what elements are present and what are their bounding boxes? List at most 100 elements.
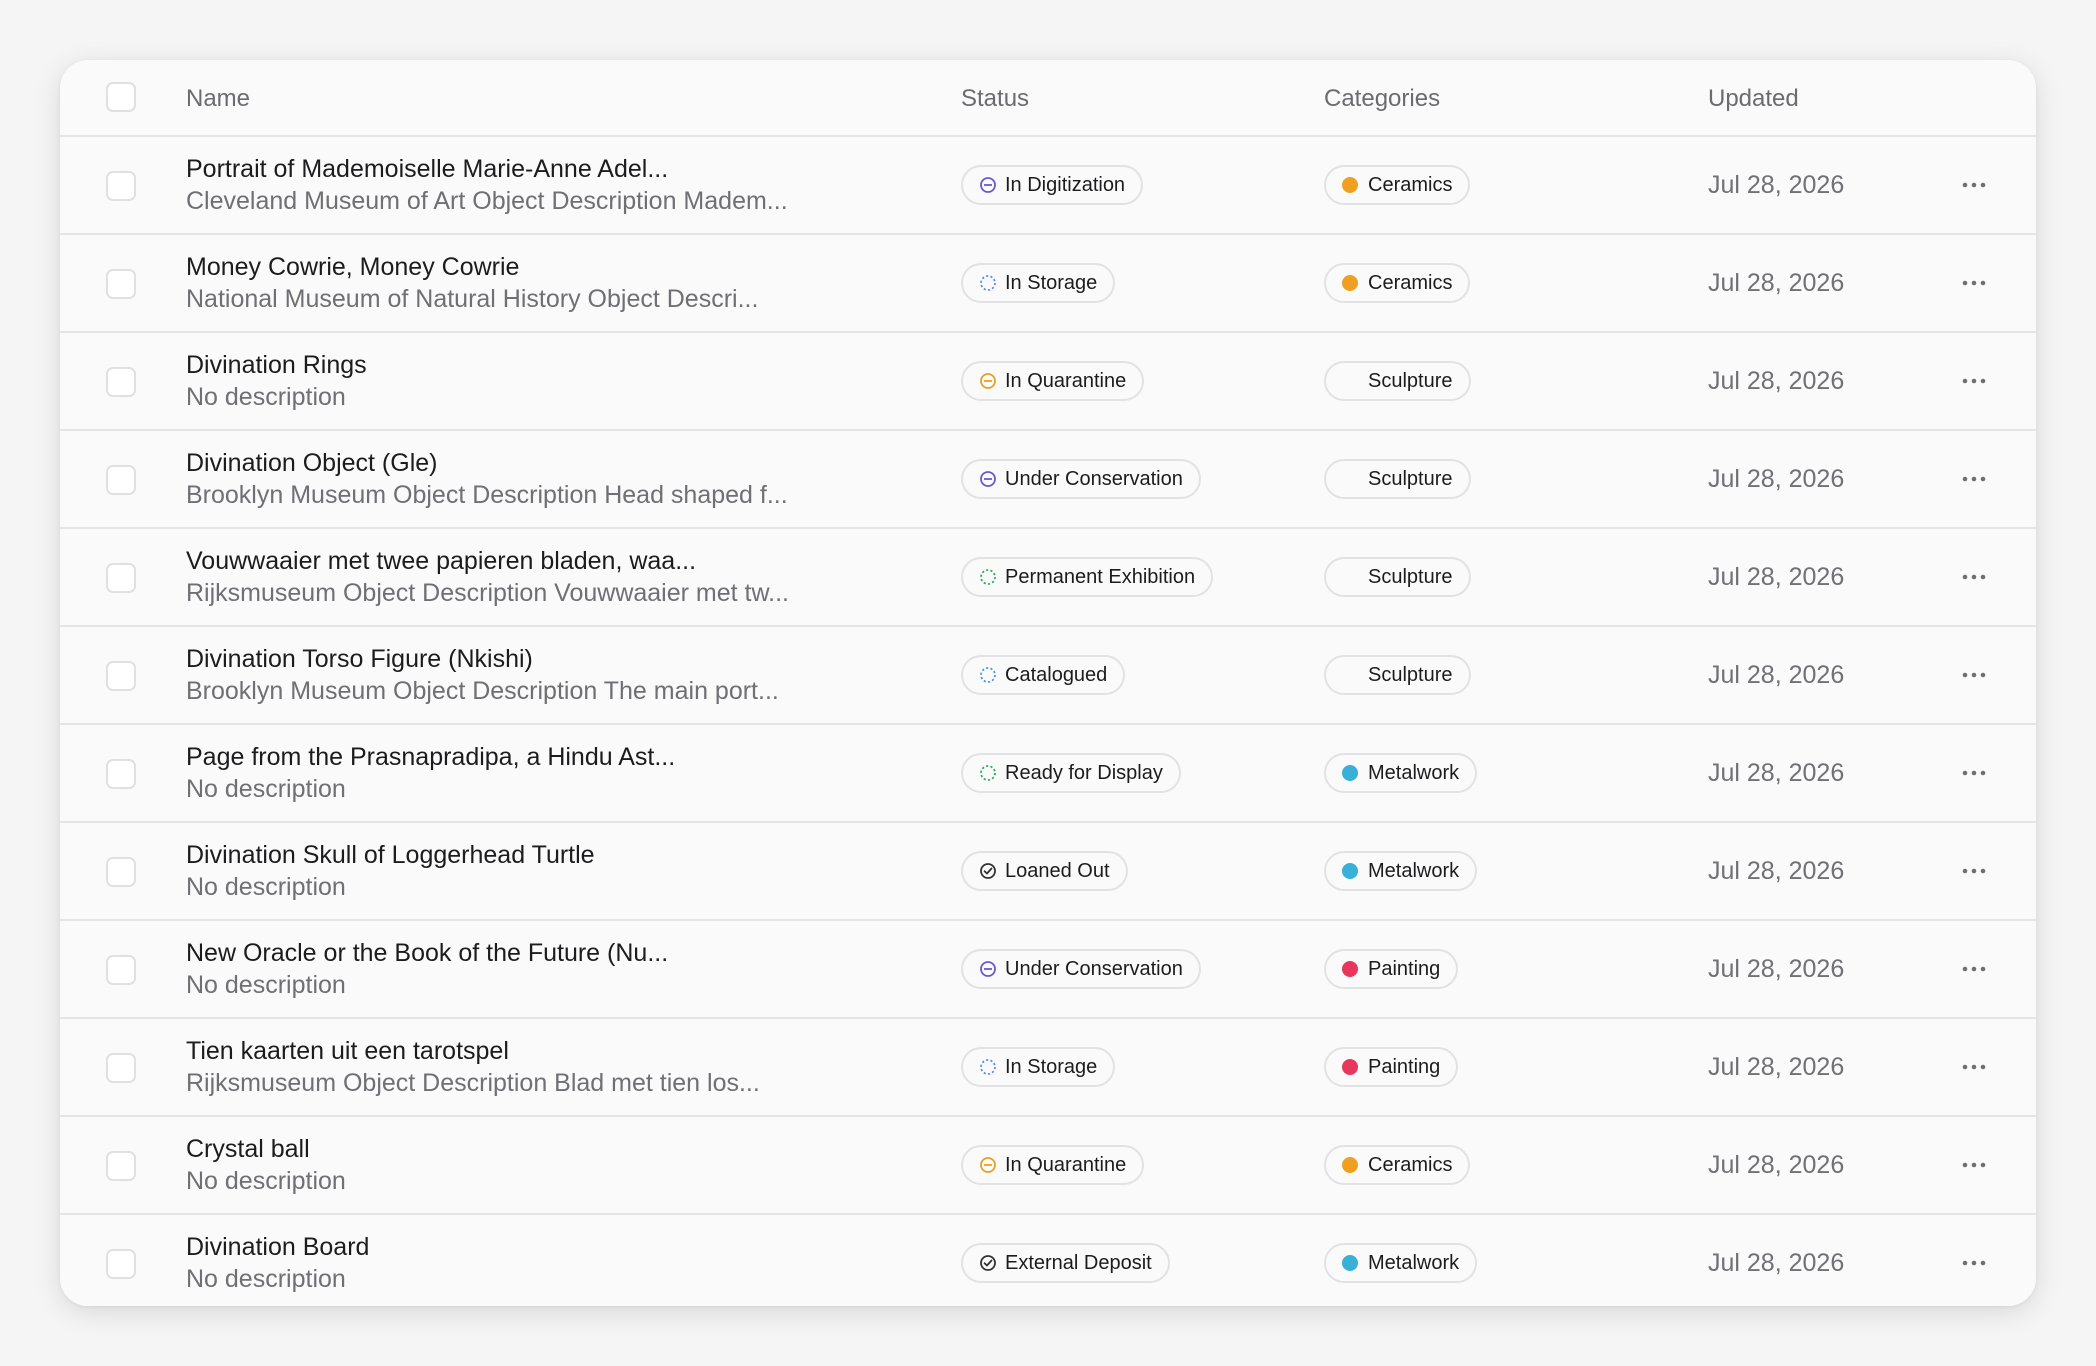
category-badge[interactable]: Sculpture — [1324, 459, 1471, 499]
row-checkbox[interactable] — [106, 1053, 136, 1083]
item-title[interactable]: Divination Object (Gle) — [186, 447, 437, 479]
category-label: Sculpture — [1368, 467, 1453, 490]
column-header-updated[interactable]: Updated — [1708, 84, 1799, 114]
category-badge[interactable]: Metalwork — [1324, 753, 1478, 793]
status-badge[interactable]: In Quarantine — [961, 1145, 1145, 1185]
more-options-icon[interactable] — [1960, 660, 1988, 690]
category-label: Metalwork — [1368, 761, 1460, 784]
status-badge[interactable]: Loaned Out — [961, 851, 1128, 891]
table-row[interactable]: Divination Rings No description In Quarant… — [60, 333, 2036, 431]
category-badge[interactable]: Sculpture — [1324, 655, 1471, 695]
category-badge[interactable]: Painting — [1324, 1047, 1459, 1087]
status-label: In Storage — [1005, 271, 1098, 294]
row-checkbox[interactable] — [106, 857, 136, 887]
category-badge[interactable]: Ceramics — [1324, 165, 1471, 205]
status-badge[interactable]: In Digitization — [961, 165, 1144, 205]
status-label: Permanent Exhibition — [1005, 565, 1196, 588]
row-checkbox[interactable] — [106, 563, 136, 593]
status-badge[interactable]: In Quarantine — [961, 361, 1145, 401]
category-icon-placeholder — [1342, 569, 1358, 585]
more-options-icon[interactable] — [1960, 366, 1988, 396]
item-title[interactable]: Divination Skull of Loggerhead Turtle — [186, 839, 595, 871]
category-label: Ceramics — [1368, 173, 1453, 196]
table-row[interactable]: Page from the Prasnapradipa, a Hindu Ast… — [60, 725, 2036, 823]
item-title[interactable]: Tien kaarten uit een tarotspel — [186, 1035, 509, 1067]
table-row[interactable]: Money Cowrie, Money Cowrie National Museu… — [60, 235, 2036, 333]
category-icon-placeholder — [1342, 373, 1358, 389]
row-checkbox[interactable] — [106, 661, 136, 691]
item-title[interactable]: Divination Rings — [186, 349, 367, 381]
category-dot-icon — [1342, 961, 1358, 977]
more-options-icon[interactable] — [1960, 954, 1988, 984]
status-label: Loaned Out — [1005, 859, 1110, 882]
category-badge[interactable]: Metalwork — [1324, 1243, 1478, 1283]
dashed-circle-icon — [979, 666, 1005, 684]
more-options-icon[interactable] — [1960, 464, 1988, 494]
category-dot-icon — [1342, 1157, 1358, 1173]
row-checkbox[interactable] — [106, 465, 136, 495]
table-row[interactable]: Crystal ball No description In Quarantine C… — [60, 1117, 2036, 1215]
table-row[interactable]: Divination Object (Gle) Brooklyn Museum O… — [60, 431, 2036, 529]
table-row[interactable]: Vouwwaaier met twee papieren bladen, waa… — [60, 529, 2036, 627]
category-label: Metalwork — [1368, 1251, 1460, 1274]
item-title[interactable]: Page from the Prasnapradipa, a Hindu Ast… — [186, 741, 675, 773]
updated-date: Jul 28, 2026 — [1708, 661, 1845, 689]
row-checkbox[interactable] — [106, 1249, 136, 1279]
table-row[interactable]: Tien kaarten uit een tarotspel Rijksmuseu… — [60, 1019, 2036, 1117]
row-checkbox[interactable] — [106, 367, 136, 397]
item-title[interactable]: Money Cowrie, Money Cowrie — [186, 251, 519, 283]
row-checkbox[interactable] — [106, 171, 136, 201]
item-title[interactable]: Vouwwaaier met twee papieren bladen, waa… — [186, 545, 696, 577]
more-options-icon[interactable] — [1960, 1052, 1988, 1082]
row-checkbox[interactable] — [106, 269, 136, 299]
table-row[interactable]: Divination Skull of Loggerhead Turtle No … — [60, 823, 2036, 921]
item-title[interactable]: New Oracle or the Book of the Future (Nu… — [186, 937, 668, 969]
more-options-icon[interactable] — [1960, 562, 1988, 592]
column-header-name[interactable]: Name — [186, 84, 250, 114]
item-title[interactable]: Portrait of Mademoiselle Marie-Anne Adel… — [186, 153, 668, 185]
status-badge[interactable]: Under Conservation — [961, 949, 1201, 989]
updated-date: Jul 28, 2026 — [1708, 857, 1845, 885]
category-label: Sculpture — [1368, 369, 1453, 392]
column-header-status[interactable]: Status — [961, 84, 1029, 114]
status-badge[interactable]: Catalogued — [961, 655, 1126, 695]
more-options-icon[interactable] — [1960, 1248, 1988, 1278]
status-badge[interactable]: In Storage — [961, 263, 1116, 303]
updated-date: Jul 28, 2026 — [1708, 563, 1845, 591]
category-badge[interactable]: Sculpture — [1324, 361, 1471, 401]
table-body: Portrait of Mademoiselle Marie-Anne Adel… — [60, 137, 2036, 1306]
status-label: In Quarantine — [1005, 1153, 1127, 1176]
more-options-icon[interactable] — [1960, 170, 1988, 200]
select-all-checkbox[interactable] — [106, 82, 136, 112]
status-badge[interactable]: Permanent Exhibition — [961, 557, 1214, 597]
category-badge[interactable]: Ceramics — [1324, 263, 1471, 303]
table-row[interactable]: New Oracle or the Book of the Future (Nu… — [60, 921, 2036, 1019]
more-options-icon[interactable] — [1960, 1150, 1988, 1180]
item-title[interactable]: Divination Board — [186, 1231, 369, 1263]
category-label: Painting — [1368, 1055, 1441, 1078]
status-badge[interactable]: Ready for Display — [961, 753, 1181, 793]
table-row[interactable]: Divination Board No description External D… — [60, 1215, 2036, 1306]
row-checkbox[interactable] — [106, 1151, 136, 1181]
dashed-circle-icon — [979, 1058, 1005, 1076]
column-header-categories[interactable]: Categories — [1324, 84, 1440, 114]
more-options-icon[interactable] — [1960, 758, 1988, 788]
category-badge[interactable]: Metalwork — [1324, 851, 1478, 891]
status-badge[interactable]: Under Conservation — [961, 459, 1201, 499]
category-badge[interactable]: Sculpture — [1324, 557, 1471, 597]
item-title[interactable]: Divination Torso Figure (Nkishi) — [186, 643, 533, 675]
status-label: Under Conservation — [1005, 467, 1183, 490]
status-badge[interactable]: In Storage — [961, 1047, 1116, 1087]
row-checkbox[interactable] — [106, 759, 136, 789]
category-badge[interactable]: Painting — [1324, 949, 1459, 989]
table-row[interactable]: Divination Torso Figure (Nkishi) Brooklyn… — [60, 627, 2036, 725]
table-row[interactable]: Portrait of Mademoiselle Marie-Anne Adel… — [60, 137, 2036, 235]
more-options-icon[interactable] — [1960, 856, 1988, 886]
more-options-icon[interactable] — [1960, 268, 1988, 298]
item-title[interactable]: Crystal ball — [186, 1133, 310, 1165]
updated-date: Jul 28, 2026 — [1708, 1151, 1845, 1179]
minus-circle-icon — [979, 1156, 1005, 1174]
category-badge[interactable]: Ceramics — [1324, 1145, 1471, 1185]
status-badge[interactable]: External Deposit — [961, 1243, 1170, 1283]
row-checkbox[interactable] — [106, 955, 136, 985]
